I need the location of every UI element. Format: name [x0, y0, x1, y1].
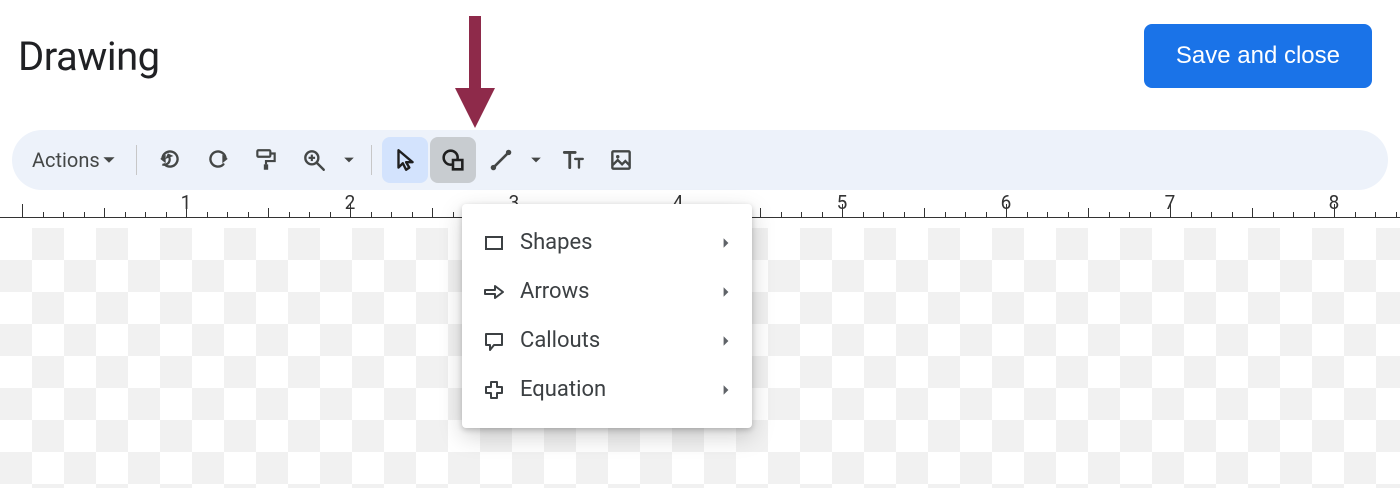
shape-tool-button[interactable]	[430, 137, 476, 183]
caret-down-icon	[102, 153, 116, 167]
zoom-dropdown-caret[interactable]	[337, 154, 361, 166]
select-tool-button[interactable]	[382, 137, 428, 183]
menu-item-arrows[interactable]: Arrows	[462, 267, 752, 316]
menu-item-label: Arrows	[520, 279, 720, 304]
redo-icon	[205, 147, 231, 173]
annotation-arrow-icon	[445, 10, 505, 130]
dialog-title: Drawing	[18, 33, 160, 80]
zoom-icon	[301, 147, 327, 173]
cursor-icon	[392, 147, 418, 173]
toolbar-separator	[136, 145, 137, 175]
arrow-right-icon	[482, 280, 520, 304]
menu-item-equation[interactable]: Equation	[462, 365, 752, 414]
plus-icon	[482, 378, 520, 402]
menu-item-callouts[interactable]: Callouts	[462, 316, 752, 365]
actions-label: Actions	[32, 148, 100, 172]
toolbar-separator	[371, 145, 372, 175]
paint-roller-icon	[253, 147, 279, 173]
zoom-button[interactable]	[291, 137, 337, 183]
dialog-header: Drawing Save and close	[0, 0, 1400, 112]
paint-format-button[interactable]	[243, 137, 289, 183]
menu-item-label: Shapes	[520, 230, 720, 255]
caret-down-icon	[530, 154, 542, 166]
line-tool-button[interactable]	[478, 137, 524, 183]
shape-icon	[439, 146, 467, 174]
line-icon	[488, 147, 514, 173]
submenu-arrow-icon	[720, 279, 732, 304]
submenu-arrow-icon	[720, 230, 732, 255]
submenu-arrow-icon	[720, 377, 732, 402]
line-dropdown-caret[interactable]	[524, 154, 548, 166]
redo-button[interactable]	[195, 137, 241, 183]
image-button[interactable]	[598, 137, 644, 183]
menu-item-shapes[interactable]: Shapes	[462, 218, 752, 267]
menu-item-label: Equation	[520, 377, 720, 402]
image-icon	[608, 147, 634, 173]
menu-item-label: Callouts	[520, 328, 720, 353]
actions-menu-button[interactable]: Actions	[22, 142, 126, 178]
undo-icon	[157, 147, 183, 173]
toolbar: Actions	[12, 130, 1388, 190]
submenu-arrow-icon	[720, 328, 732, 353]
text-icon	[560, 147, 586, 173]
undo-button[interactable]	[147, 137, 193, 183]
save-and-close-button[interactable]: Save and close	[1144, 24, 1372, 88]
text-box-button[interactable]	[550, 137, 596, 183]
callout-icon	[482, 329, 520, 353]
rectangle-icon	[482, 231, 520, 255]
shape-dropdown-menu: Shapes Arrows Callouts Equation	[462, 204, 752, 428]
caret-down-icon	[343, 154, 355, 166]
